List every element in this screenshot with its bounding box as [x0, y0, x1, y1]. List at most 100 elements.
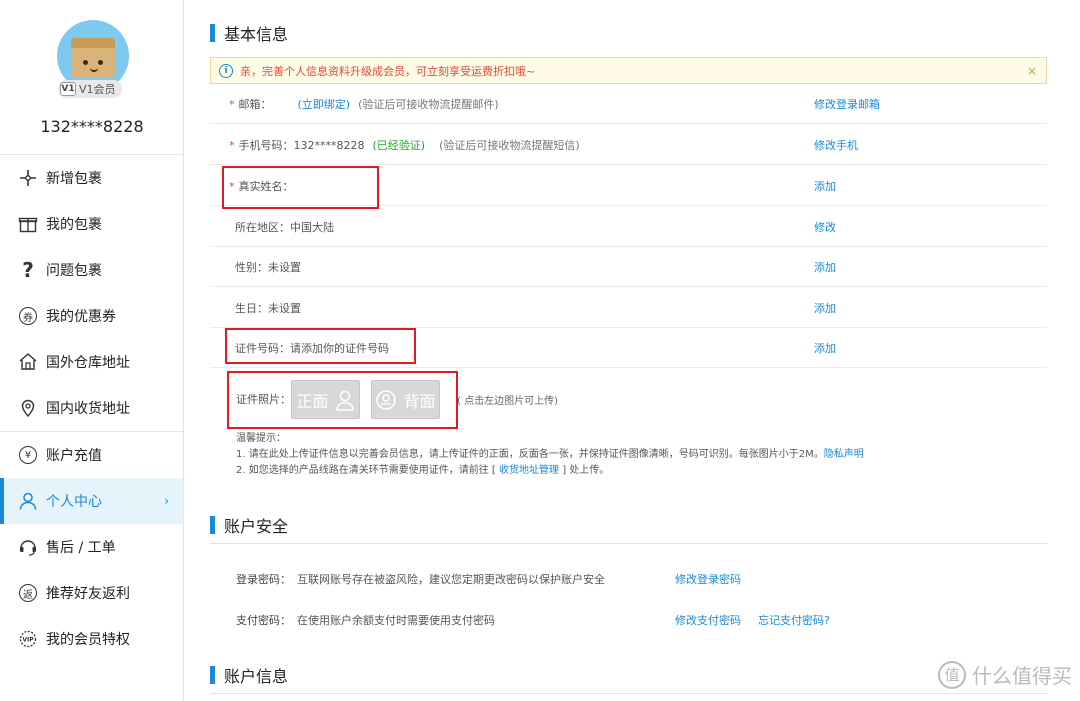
pay-password-desc: 在使用账户余额支付时需要使用支付密码 — [297, 613, 495, 627]
tips-line-2-post: ] 处上传。 — [562, 465, 610, 476]
sidebar-item-label: 推荐好友返利 — [46, 586, 130, 602]
sidebar-item-problem-packages[interactable]: ? 问题包裹 — [0, 247, 183, 293]
mobile-label-group: * 手机号码：132****8228 (已经验证) (验证后可接收物流提醒短信) — [229, 125, 580, 165]
email-label: 邮箱： — [238, 98, 272, 111]
sidebar-item-label: 个人中心 — [46, 494, 102, 510]
sidebar-item-label: 账户充值 — [46, 448, 102, 464]
region-label: 所在地区：中国大陆 — [235, 221, 334, 234]
sidebar-item-new-package[interactable]: 新增包裹 — [0, 155, 183, 201]
watermark-text: 什么值得买 — [972, 664, 1072, 688]
email-note: (验证后可接收物流提醒邮件) — [358, 98, 499, 111]
birthday-label: 生日：未设置 — [235, 302, 301, 315]
add-birthday-link[interactable]: 添加 — [814, 288, 836, 328]
mobile-row: * 手机号码：132****8228 (已经验证) (验证后可接收物流提醒短信)… — [210, 125, 1047, 165]
profile-panel: V1 V1会员 132****8228 — [0, 0, 183, 155]
highlight-box-real-name — [222, 166, 379, 209]
sidebar: V1 V1会员 132****8228 新增包裹 我的包裹 ? 问题包裹 券 我… — [0, 0, 184, 701]
highlight-box-id-photo — [227, 371, 458, 429]
sidebar-item-label: 售后 / 工单 — [46, 540, 116, 556]
upgrade-notice-banner: i 亲，完善个人信息资料升级成会员，可立刻享受运费折扣哦~ × — [210, 57, 1047, 84]
sidebar-item-label: 国外仓库地址 — [46, 355, 130, 371]
svg-text:VIP: VIP — [22, 637, 34, 644]
required-mark: * — [229, 138, 235, 152]
tips-line-2-pre: 2. 如您选择的产品线路在清关环节需要使用证件，请前往 [ — [236, 465, 496, 476]
edit-login-email-link[interactable]: 修改登录邮箱 — [814, 84, 880, 124]
region-row: 所在地区：中国大陆 修改 — [210, 207, 1047, 247]
notice-text: 亲，完善个人信息资料升级成会员，可立刻享受运费折扣哦~ — [240, 64, 536, 78]
email-label-group: * 邮箱： (立即绑定) (验证后可接收物流提醒邮件) — [229, 84, 499, 124]
section-title-account-info: 账户信息 — [210, 663, 288, 687]
verified-badge: (已经验证) — [372, 139, 426, 152]
tips-line-1: 1. 请在此处上传证件信息以完善会员信息，请上传证件的正面，反面各一张，并保持证… — [236, 447, 1056, 463]
section-title-bar — [210, 24, 215, 42]
add-gender-link[interactable]: 添加 — [814, 247, 836, 287]
upload-hint: ( 点击左边图片可上传) — [457, 396, 558, 407]
pay-password-row: 支付密码： 在使用账户余额支付时需要使用支付密码 修改支付密码 忘记支付密码? — [210, 599, 1047, 640]
yen-icon: ¥ — [18, 445, 38, 465]
tips-line-2: 2. 如您选择的产品线路在清关环节需要使用证件，请前往 [ 收货地址管理 ] 处… — [236, 463, 1056, 479]
sidebar-item-after-sales[interactable]: 售后 / 工单 — [0, 524, 183, 570]
sidebar-item-referral[interactable]: 返 推荐好友返利 — [0, 570, 183, 616]
login-password-label-group: 登录密码： 互联网账号存在被盗风险，建议您定期更改密码以保护账户安全 — [236, 558, 605, 599]
warehouse-icon — [18, 352, 38, 372]
privacy-statement-link[interactable]: 隐私声明 — [824, 449, 864, 460]
chevron-right-icon: › — [164, 494, 169, 508]
sidebar-item-overseas-warehouse[interactable]: 国外仓库地址 — [0, 339, 183, 385]
forgot-pay-password-link[interactable]: 忘记支付密码? — [758, 599, 830, 640]
close-icon[interactable]: × — [1027, 64, 1037, 78]
section-title-bar — [210, 666, 215, 684]
email-row: * 邮箱： (立即绑定) (验证后可接收物流提醒邮件) 修改登录邮箱 — [210, 84, 1047, 124]
user-phone: 132****8228 — [40, 117, 144, 136]
tips-line-1-text: 1. 请在此处上传证件信息以完善会员信息，请上传证件的正面，反面各一张，并保持证… — [236, 449, 824, 460]
pay-password-label: 支付密码： — [236, 613, 291, 627]
sidebar-item-label: 问题包裹 — [46, 263, 102, 279]
location-pin-icon — [18, 398, 38, 418]
tips-title: 温馨提示： — [236, 433, 286, 444]
highlight-box-id-number — [225, 328, 416, 364]
add-id-number-link[interactable]: 添加 — [814, 328, 836, 368]
vip-level-icon: V1 — [60, 82, 76, 96]
required-mark: * — [229, 97, 235, 111]
section-title-text: 账户信息 — [224, 667, 289, 686]
gender-label: 性别：未设置 — [235, 261, 301, 274]
login-password-row: 登录密码： 互联网账号存在被盗风险，建议您定期更改密码以保护账户安全 修改登录密… — [210, 558, 1047, 599]
mobile-note: (验证后可接收物流提醒短信) — [439, 139, 580, 152]
vip-label: V1会员 — [79, 83, 116, 96]
bind-email-link[interactable]: (立即绑定) — [298, 96, 351, 112]
section-divider — [210, 693, 1047, 694]
change-pay-password-link[interactable]: 修改支付密码 — [675, 599, 741, 640]
sidebar-item-label: 我的会员特权 — [46, 632, 130, 648]
vip-privilege-icon: VIP — [18, 629, 38, 649]
sidebar-item-label: 国内收货地址 — [46, 401, 130, 417]
sidebar-item-coupons[interactable]: 券 我的优惠券 — [0, 293, 183, 339]
sidebar-item-label: 新增包裹 — [46, 171, 102, 187]
section-title-text: 基本信息 — [224, 25, 289, 44]
person-icon — [18, 491, 38, 511]
section-title-text: 账户安全 — [224, 517, 289, 536]
gift-box-icon — [18, 214, 38, 234]
login-password-desc: 互联网账号存在被盗风险，建议您定期更改密码以保护账户安全 — [297, 572, 605, 586]
sidebar-item-recharge[interactable]: ¥ 账户充值 — [0, 432, 183, 478]
sidebar-item-label: 我的包裹 — [46, 217, 102, 233]
change-login-password-link[interactable]: 修改登录密码 — [675, 558, 741, 599]
sidebar-item-vip-privileges[interactable]: VIP 我的会员特权 — [0, 616, 183, 662]
add-real-name-link[interactable]: 添加 — [814, 166, 836, 206]
pay-password-label-group: 支付密码： 在使用账户余额支付时需要使用支付密码 — [236, 599, 495, 640]
sidebar-item-domestic-address[interactable]: 国内收货地址 — [0, 385, 183, 431]
edit-mobile-link[interactable]: 修改手机 — [814, 125, 858, 165]
section-divider — [210, 543, 1047, 544]
gender-row: 性别：未设置 添加 — [210, 247, 1047, 287]
coupon-icon: 券 — [18, 306, 38, 326]
section-title-bar — [210, 516, 215, 534]
tips-block: 温馨提示： 1. 请在此处上传证件信息以完善会员信息，请上传证件的正面，反面各一… — [236, 431, 1056, 479]
question-icon: ? — [22, 258, 34, 282]
address-management-link[interactable]: 收货地址管理 — [499, 465, 559, 476]
sidebar-item-my-packages[interactable]: 我的包裹 — [0, 201, 183, 247]
section-title-basic-info: 基本信息 — [210, 21, 288, 45]
birthday-row: 生日：未设置 添加 — [210, 288, 1047, 328]
edit-region-link[interactable]: 修改 — [814, 207, 836, 247]
watermark-logo-icon: 值 — [938, 660, 966, 689]
sidebar-item-personal-center[interactable]: 个人中心 › — [0, 478, 183, 524]
login-password-label: 登录密码： — [236, 572, 291, 586]
headset-icon — [18, 537, 38, 557]
